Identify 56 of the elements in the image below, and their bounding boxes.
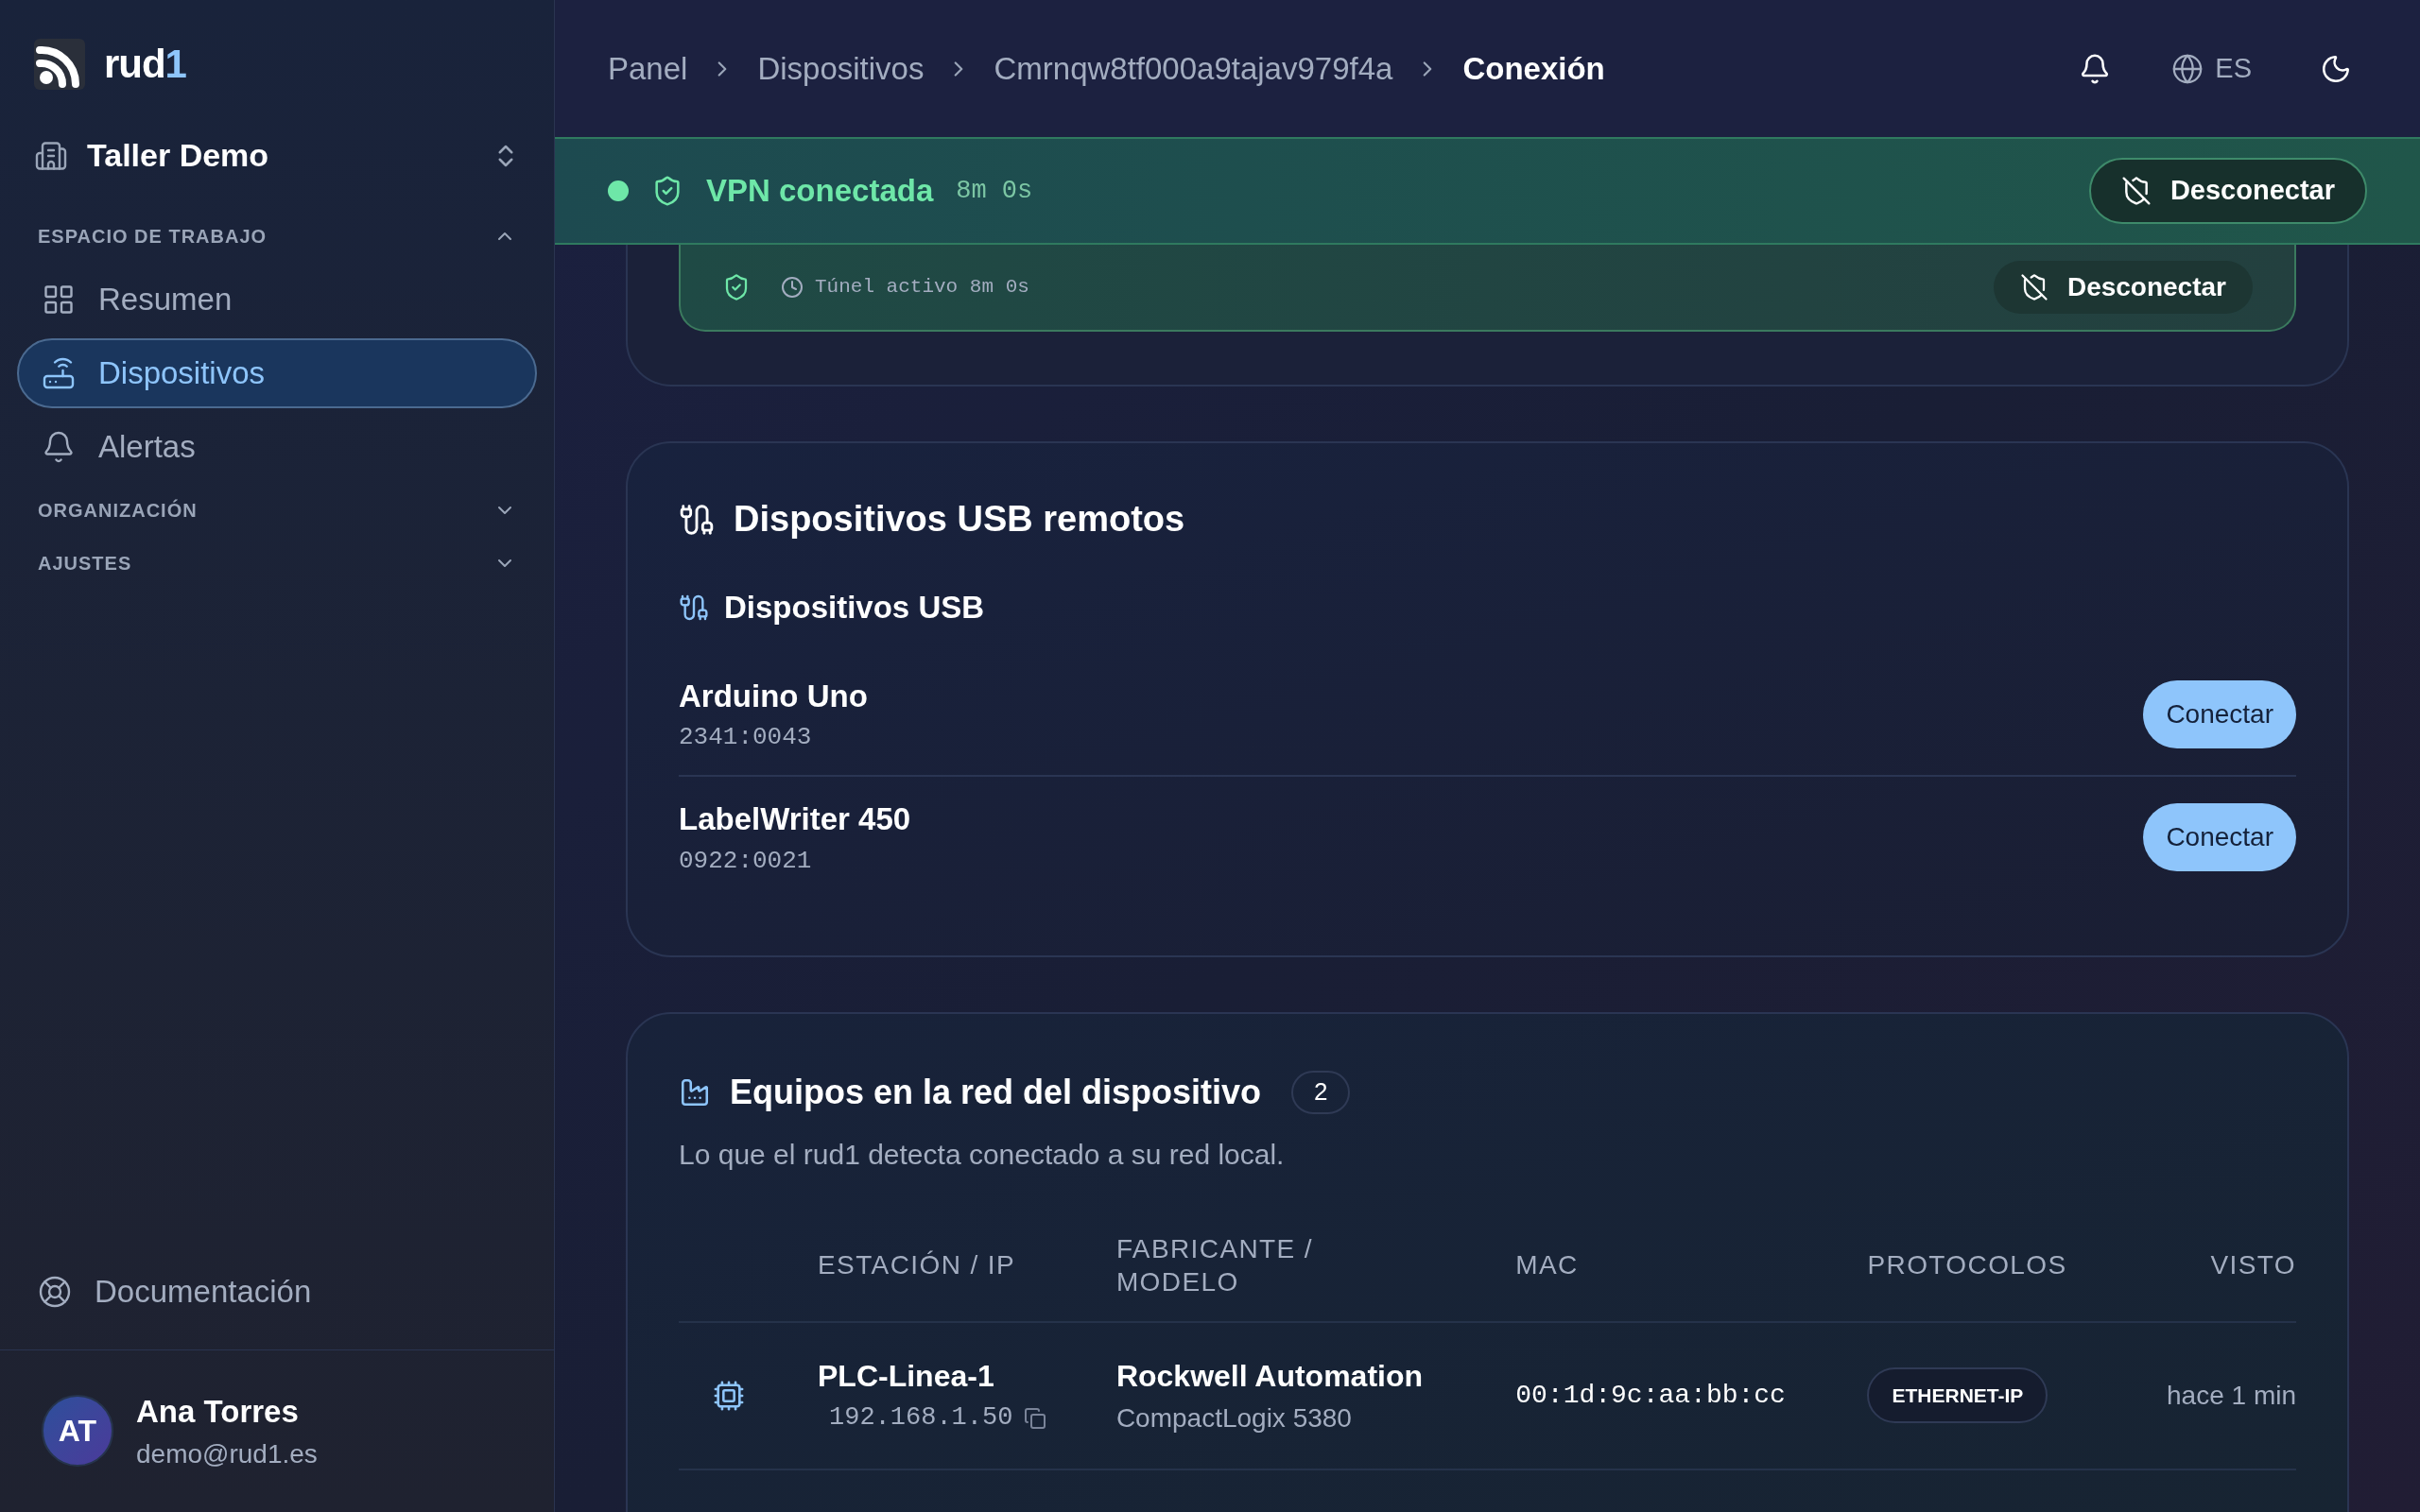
nav-item[interactable]: Resumen	[17, 265, 537, 335]
model-name: CompactLogix 5380	[1115, 1401, 1353, 1435]
count-badge: 2	[1291, 1070, 1351, 1114]
globe-icon	[2171, 52, 2204, 85]
breadcrumb-link[interactable]: Cmrnqw8tf000a9tajav979f4a	[994, 44, 1393, 93]
panel-title: Dispositivos USB remotos	[734, 498, 1185, 541]
station-name: PLC-Linea-1	[818, 1358, 995, 1396]
nav-item[interactable]: Alertas	[17, 412, 537, 482]
user-name: Ana Torres	[136, 1392, 300, 1431]
nav-item[interactable]: Dispositivos	[17, 338, 537, 408]
disconnect-button[interactable]: Desconectar	[1993, 261, 2253, 314]
device-name: LabelWriter 450	[679, 800, 912, 838]
panel-title: Equipos en la red del dispositivo	[730, 1071, 1262, 1113]
language-selector[interactable]: ES	[2171, 47, 2252, 90]
panel-description: Lo que el rud1 detecta conectado a su red local.	[679, 1137, 1286, 1172]
documentation-link[interactable]: Documentación	[38, 1268, 516, 1315]
protocol-tag: ETHERNET-IP	[1867, 1366, 2048, 1424]
user-avatar: AT	[42, 1395, 113, 1468]
grid-icon	[42, 283, 76, 317]
breadcrumb-link[interactable]: Dispositivos	[757, 44, 925, 93]
bell-icon	[42, 430, 76, 464]
column-header: VISTO	[2210, 1249, 2296, 1281]
lifebuoy-icon	[38, 1274, 72, 1309]
device-id: 2341:0043	[679, 722, 813, 753]
copy-icon[interactable]	[1024, 1406, 1047, 1430]
ip-address: 192.168.1.50	[829, 1402, 1013, 1435]
shield-off-icon	[2120, 176, 2152, 206]
column-header: PROTOCOLOS	[1867, 1249, 2067, 1281]
device-id: 0922:0021	[679, 845, 813, 877]
router-icon	[42, 356, 76, 390]
nav-section-header[interactable]: AJUSTES	[0, 537, 554, 590]
vpn-duration: 8m 0s	[956, 175, 1033, 207]
user-email: demo@rud1.es	[136, 1438, 318, 1470]
section-title: Dispositivos USB	[724, 589, 985, 627]
nav-section-header[interactable]: ORGANIZACIÓN	[0, 484, 554, 537]
chip-icon	[713, 1379, 745, 1412]
clock-icon	[781, 276, 804, 299]
disconnect-button[interactable]: Desconectar	[2088, 158, 2367, 224]
vpn-status: VPN conectada	[706, 172, 934, 211]
column-header: FABRICANTE / MODELO	[1115, 1232, 1315, 1298]
column-header: ESTACIÓN / IP	[818, 1249, 1016, 1281]
device-name: Arduino Uno	[679, 677, 869, 715]
nav-section-header[interactable]: ESPACIO DE TRABAJO	[0, 210, 554, 263]
breadcrumb-current: Conexión	[1462, 49, 1605, 88]
mac-address: 00:1d:9c:aa:bb:cc	[1515, 1380, 1786, 1410]
tunnel-status: Túnel activo 8m 0s	[815, 275, 1029, 301]
last-seen: hace 1 min	[2167, 1380, 2296, 1410]
connect-button[interactable]: Conectar	[2143, 679, 2296, 748]
column-header: MAC	[1515, 1249, 1579, 1281]
brand-name: rud1	[104, 41, 186, 88]
vendor-name: Rockwell Automation	[1115, 1357, 1425, 1395]
shield-off-icon	[2019, 273, 2048, 301]
logo-icon	[34, 38, 85, 90]
breadcrumb-link[interactable]: Panel	[608, 44, 688, 93]
workspace-selector[interactable]: Taller Demo	[34, 131, 520, 180]
connect-button[interactable]: Conectar	[2143, 803, 2296, 872]
